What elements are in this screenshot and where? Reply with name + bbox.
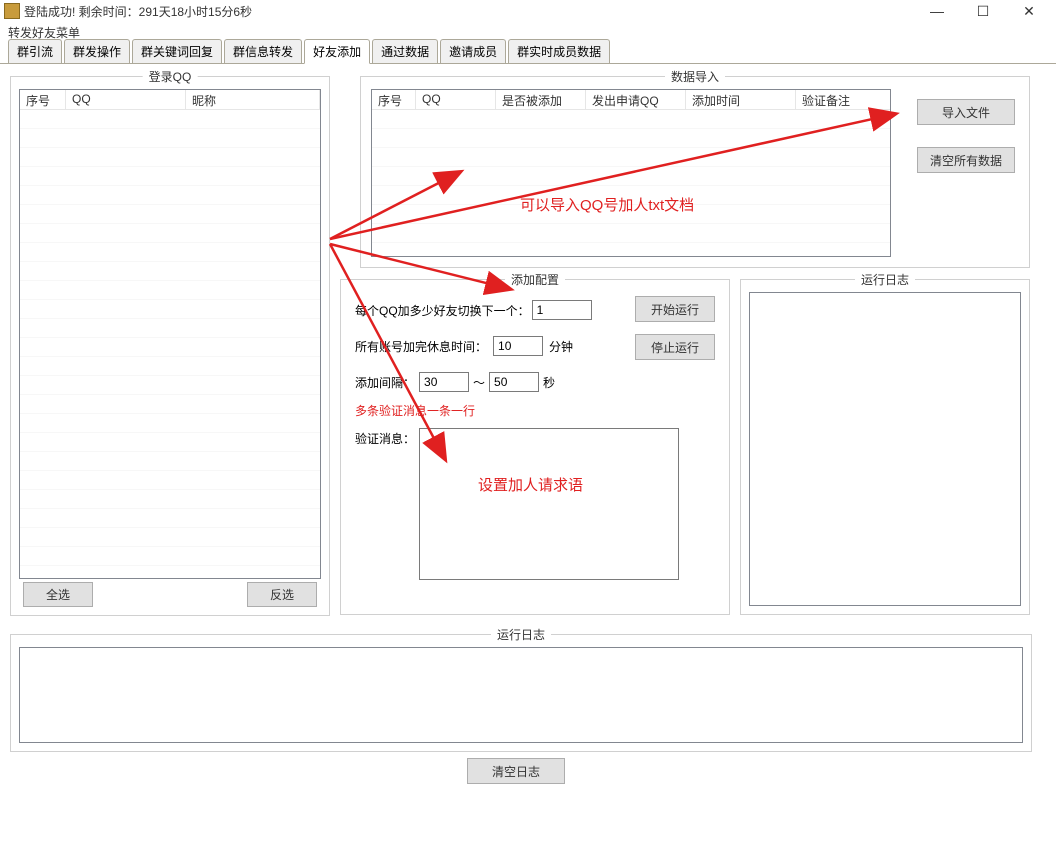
interval-label: 添加间隔： — [355, 374, 415, 391]
group-add-config-title: 添加配置 — [505, 271, 565, 288]
login-qq-table-body[interactable] — [20, 110, 320, 578]
interval-from-input[interactable] — [419, 372, 469, 392]
col-added[interactable]: 是否被添加 — [496, 90, 586, 109]
group-login-qq-title: 登录QQ — [143, 68, 198, 85]
login-qq-table[interactable]: 序号 QQ 昵称 — [19, 89, 321, 579]
import-table-body[interactable] — [372, 110, 890, 256]
bottom-log-box[interactable] — [19, 647, 1023, 743]
titlebar: 登陆成功! 剩余时间：291天18小时15分6秒 — ☐ ✕ — [0, 0, 1056, 22]
tab-invite-member[interactable]: 邀请成员 — [440, 39, 506, 63]
tab-group-drain[interactable]: 群引流 — [8, 39, 62, 63]
group-data-import: 数据导入 序号 QQ 是否被添加 发出申请QQ 添加时间 验证备注 导入文件 清… — [360, 76, 1030, 268]
interval-to-input[interactable] — [489, 372, 539, 392]
group-bottom-log: 运行日志 — [10, 634, 1032, 752]
interval-unit: 秒 — [543, 374, 555, 391]
tab-group-forward[interactable]: 群信息转发 — [224, 39, 302, 63]
group-data-import-title: 数据导入 — [665, 68, 725, 85]
interval-sep: ～ — [473, 374, 485, 391]
import-table-head: 序号 QQ 是否被添加 发出申请QQ 添加时间 验证备注 — [372, 90, 890, 110]
app-icon — [4, 3, 20, 19]
rest-unit: 分钟 — [549, 338, 573, 355]
col-nick[interactable]: 昵称 — [186, 90, 320, 109]
col-add-time[interactable]: 添加时间 — [686, 90, 796, 109]
rest-label: 所有账号加完休息时间： — [355, 338, 487, 355]
col-qq[interactable]: QQ — [416, 90, 496, 109]
import-table[interactable]: 序号 QQ 是否被添加 发出申请QQ 添加时间 验证备注 — [371, 89, 891, 257]
window-controls: — ☐ ✕ — [914, 0, 1052, 22]
start-button[interactable]: 开始运行 — [635, 296, 715, 322]
tab-group-send[interactable]: 群发操作 — [64, 39, 130, 63]
invert-select-button[interactable]: 反选 — [247, 582, 317, 607]
tabbar: 群引流 群发操作 群关键词回复 群信息转发 好友添加 通过数据 邀请成员 群实时… — [0, 42, 1056, 64]
tab-passed-data[interactable]: 通过数据 — [372, 39, 438, 63]
group-bottom-log-title: 运行日志 — [491, 626, 551, 643]
switch-label: 每个QQ加多少好友切换下一个： — [355, 302, 530, 319]
stop-button[interactable]: 停止运行 — [635, 334, 715, 360]
verify-hint: 多条验证消息一条一行 — [355, 402, 475, 419]
clear-all-button[interactable]: 清空所有数据 — [917, 147, 1015, 173]
verify-message-textarea[interactable] — [419, 428, 679, 580]
col-applied-qq[interactable]: 发出申请QQ — [586, 90, 686, 109]
window-title: 登陆成功! 剩余时间：291天18小时15分6秒 — [24, 3, 914, 20]
content-area: 登录QQ 序号 QQ 昵称 全选 反选 数据导入 序号 QQ 是否被添加 发出申… — [0, 64, 1056, 800]
col-qq[interactable]: QQ — [66, 90, 186, 109]
col-seq[interactable]: 序号 — [372, 90, 416, 109]
login-qq-table-head: 序号 QQ 昵称 — [20, 90, 320, 110]
rest-input[interactable] — [493, 336, 543, 356]
col-verify-note[interactable]: 验证备注 — [796, 90, 890, 109]
tab-add-friend[interactable]: 好友添加 — [304, 39, 370, 64]
import-file-button[interactable]: 导入文件 — [917, 99, 1015, 125]
switch-input[interactable] — [532, 300, 592, 320]
group-add-config: 添加配置 每个QQ加多少好友切换下一个： 开始运行 所有账号加完休息时间： 分钟… — [340, 279, 730, 615]
group-login-qq: 登录QQ 序号 QQ 昵称 全选 反选 — [10, 76, 330, 616]
select-all-button[interactable]: 全选 — [23, 582, 93, 607]
tab-keyword-reply[interactable]: 群关键词回复 — [132, 39, 222, 63]
group-run-log: 运行日志 — [740, 279, 1030, 615]
group-run-log-title: 运行日志 — [855, 271, 915, 288]
verify-label: 验证消息： — [355, 430, 415, 447]
minimize-button[interactable]: — — [914, 0, 960, 22]
tab-realtime-member[interactable]: 群实时成员数据 — [508, 39, 610, 63]
col-seq[interactable]: 序号 — [20, 90, 66, 109]
run-log-box[interactable] — [749, 292, 1021, 606]
maximize-button[interactable]: ☐ — [960, 0, 1006, 22]
close-button[interactable]: ✕ — [1006, 0, 1052, 22]
menu-forward-friends[interactable]: 转发好友菜单 — [8, 24, 80, 41]
clear-log-button[interactable]: 清空日志 — [467, 758, 565, 784]
